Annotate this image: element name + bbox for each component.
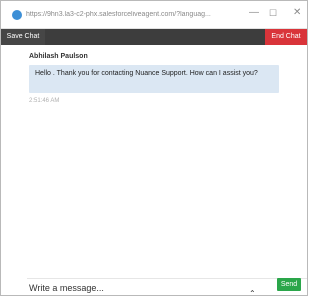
agent-message-text: Hello . Thank you for contacting Nuance … xyxy=(35,70,258,77)
save-chat-button[interactable]: Save Chat xyxy=(1,29,45,45)
composer-divider xyxy=(27,278,307,279)
mouse-cursor-icon: ⌃ xyxy=(249,289,256,296)
url-text: https://9hn3.la3-c2-phx.salesforceliveag… xyxy=(26,11,211,18)
agent-message-bubble: Hello . Thank you for contacting Nuance … xyxy=(29,65,279,93)
chat-action-bar: Save Chat End Chat xyxy=(1,29,307,45)
agent-name: Abhilash Paulson xyxy=(29,53,88,60)
end-chat-button[interactable]: End Chat xyxy=(265,29,307,45)
send-button[interactable]: Send xyxy=(277,278,301,291)
message-input[interactable] xyxy=(29,282,229,294)
browser-title-bar: https://9hn3.la3-c2-phx.salesforceliveag… xyxy=(1,1,307,29)
chat-window: https://9hn3.la3-c2-phx.salesforceliveag… xyxy=(0,0,308,296)
message-timestamp: 2:51:46 AM xyxy=(29,98,60,104)
globe-icon xyxy=(12,9,22,20)
minimize-icon[interactable]: — xyxy=(249,8,259,18)
close-icon[interactable]: ✕ xyxy=(293,8,301,18)
maximize-icon[interactable]: ☐ xyxy=(269,8,277,18)
